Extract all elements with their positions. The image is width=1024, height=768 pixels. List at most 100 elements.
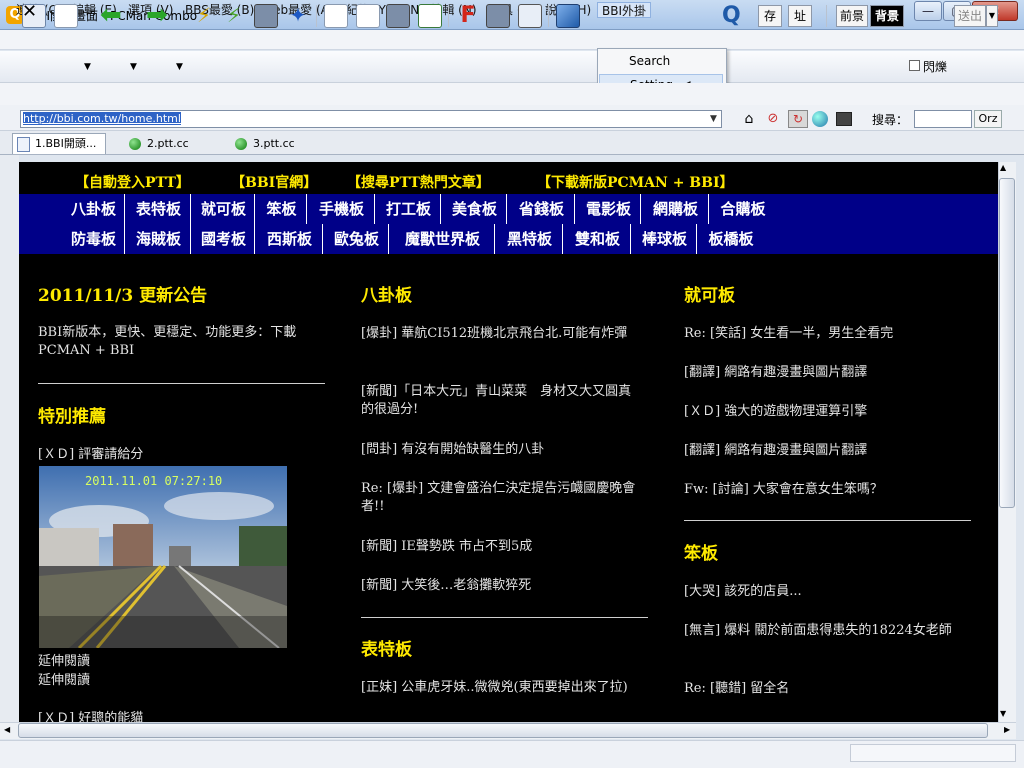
disconnect-icon[interactable]: ⚡ (192, 4, 216, 28)
fullscreen-icon[interactable] (518, 4, 542, 28)
tab-ptt-3[interactable]: 3.ptt.cc (230, 133, 325, 154)
board-link[interactable]: 雙和板 (565, 224, 631, 254)
font-icon[interactable]: F (456, 4, 480, 28)
close-panel-icon[interactable]: ✕ (22, 1, 37, 22)
board-link[interactable]: 海賊板 (127, 224, 191, 254)
post-link[interactable]: [新聞] 大笑後…老翁攤軟猝死 (361, 577, 643, 595)
clear-icon[interactable] (386, 4, 410, 28)
post-link[interactable]: [爆卦] 華航CI512班機北京飛台北.可能有炸彈 (361, 325, 643, 343)
horizontal-scroll-thumb[interactable] (18, 723, 988, 738)
post-link[interactable]: [翻譯] 網路有趣漫畫與圖片翻譯 (684, 364, 966, 382)
board-link[interactable]: 打工板 (377, 194, 441, 224)
board-link[interactable]: 魔獸世界板 (391, 224, 495, 254)
new-connection-icon[interactable] (54, 4, 78, 28)
board-link[interactable]: 表特板 (127, 194, 191, 224)
board-link[interactable]: 歐兔板 (325, 224, 389, 254)
bookmark-pin-icon[interactable]: ✦ (286, 4, 310, 28)
paste-icon[interactable] (356, 4, 380, 28)
post-link[interactable]: [無言] 爆料 關於前面患得患失的18224女老師 (684, 622, 966, 640)
board-link[interactable]: 防毒板 (63, 224, 125, 254)
search-engine-select[interactable]: Orz (974, 110, 1002, 128)
joke-board-title[interactable]: 就可板 (684, 281, 735, 306)
blink-checkbox[interactable] (909, 60, 920, 71)
scroll-up-icon[interactable]: ▲ (1000, 163, 1006, 172)
select-all-icon[interactable] (418, 4, 442, 28)
board-link[interactable]: 板橋板 (699, 224, 763, 254)
post-link[interactable]: [新聞]「日本大元」青山菜菜 身材又大又圓真的很過分! (361, 383, 643, 419)
scroll-left-icon[interactable]: ◀ (4, 725, 10, 734)
refresh-icon[interactable]: ↻ (788, 110, 808, 128)
read-more-link[interactable]: 延伸閱讀 (38, 653, 320, 671)
post-link[interactable]: [ＸＤ] 強大的遊戲物理運算引擎 (684, 403, 966, 421)
post-link[interactable]: [問卦] 有沒有開始缺醫生的八卦 (361, 441, 643, 459)
menu-item-search[interactable]: Search (599, 51, 723, 71)
link-download[interactable]: 【下載新版PCMAN + BBI】 (537, 172, 734, 192)
send-button[interactable]: 送出 (954, 5, 986, 27)
address-dropdown-icon[interactable]: ▼ (706, 111, 721, 127)
address-input[interactable]: http://bbi.com.tw/home.html (20, 110, 722, 128)
board-link[interactable]: 國考板 (193, 224, 255, 254)
silly-board-title[interactable]: 笨板 (684, 539, 718, 564)
dropdown-arrow-icon[interactable]: ▼ (176, 62, 183, 72)
link-auto-login[interactable]: 【自動登入PTT】 (75, 172, 190, 192)
dropdown-arrow-icon[interactable]: ▼ (84, 62, 91, 72)
post-link[interactable]: [翻譯] 網路有趣漫畫與圖片翻譯 (684, 442, 966, 460)
gossip-board-title[interactable]: 八卦板 (361, 281, 412, 306)
forward-arrow-icon[interactable]: ➡ (146, 2, 170, 28)
copy-icon[interactable] (324, 4, 348, 28)
board-link[interactable]: 省錢板 (509, 194, 575, 224)
dropdown-arrow-icon[interactable]: ▼ (130, 62, 137, 72)
send-dropdown-icon[interactable]: ▼ (986, 5, 998, 27)
featured-post[interactable]: [ＸＤ] 好聰的能貓 (38, 710, 320, 722)
search-input[interactable] (914, 110, 972, 128)
board-link[interactable]: 網購板 (643, 194, 709, 224)
post-link[interactable]: Re: [爆卦] 文建會盛治仁決定提告污衊國慶晚會者!! (361, 480, 643, 516)
link-bbi-site[interactable]: 【BBI官網】 (231, 172, 317, 192)
read-more-link[interactable]: 延伸閱讀 (38, 672, 320, 690)
board-link[interactable]: 西斯板 (257, 224, 323, 254)
reconnect-icon[interactable]: ⚡ (222, 4, 246, 28)
foreground-color-button[interactable]: 前景 (836, 5, 868, 27)
board-link[interactable]: 笨板 (257, 194, 307, 224)
close-tab-icon[interactable] (254, 4, 278, 28)
board-link[interactable]: 棒球板 (633, 224, 697, 254)
featured-post[interactable]: [ＸＤ] 評審請給分 (38, 446, 320, 464)
menu-bbi-plugin[interactable]: BBI外掛 (597, 2, 652, 18)
board-link[interactable]: 就可板 (193, 194, 255, 224)
post-link[interactable]: Re: [聽錯] 留全名 (684, 680, 966, 698)
terminal-icon[interactable] (836, 112, 852, 126)
post-link[interactable]: [正妹] 公車虎牙妹..微微兇(東西要掉出來了拉) (361, 679, 643, 697)
beauty-board-title[interactable]: 表特板 (361, 635, 412, 660)
stop-icon[interactable]: ⊘ (764, 111, 782, 127)
featured-photo[interactable]: 2011.11.01 07:27:10 (39, 466, 287, 648)
board-link[interactable]: 黑特板 (497, 224, 563, 254)
home-icon[interactable]: ⌂ (740, 111, 758, 127)
announcement-text[interactable]: BBI新版本，更快、更穩定、功能更多：下載PCMAN + BBI (38, 324, 320, 360)
tab-ptt-2[interactable]: 2.ptt.cc (124, 133, 219, 154)
post-link[interactable]: [大哭] 該死的店員... (684, 583, 966, 601)
tab-bbi-home[interactable]: 1.BBI開頭... (12, 133, 106, 154)
post-link[interactable]: Fw: [討論] 大家會在意女生笨嗎？ (684, 481, 966, 499)
tab-label: 3.ptt.cc (253, 137, 295, 150)
ansi-clear-icon[interactable] (486, 4, 510, 28)
board-link[interactable]: 美食板 (443, 194, 507, 224)
back-arrow-icon[interactable]: ⬅ (100, 2, 124, 28)
board-link[interactable]: 八卦板 (63, 194, 125, 224)
save-button[interactable]: 存 (758, 5, 782, 27)
address-book-button[interactable]: 址 (788, 5, 812, 27)
post-link[interactable]: Re: [笑話] 女生看一半，男生全看完 (684, 325, 966, 343)
globe-icon[interactable] (812, 111, 828, 127)
scroll-down-icon[interactable]: ▼ (1000, 709, 1006, 718)
search-label: 搜尋： (872, 113, 909, 127)
plugin-icon[interactable]: Q (722, 4, 746, 28)
board-link[interactable]: 電影板 (577, 194, 641, 224)
email-icon[interactable] (556, 4, 580, 28)
vertical-scroll-thumb[interactable] (999, 178, 1015, 508)
post-link[interactable]: [新聞] IE聲勢跌 市占不到5成 (361, 538, 643, 556)
link-search-ptt[interactable]: 【搜尋PTT熱門文章】 (347, 172, 490, 192)
board-link[interactable]: 手機板 (309, 194, 375, 224)
background-color-button[interactable]: 背景 (870, 5, 904, 27)
scroll-right-icon[interactable]: ▶ (1004, 725, 1010, 734)
minimize-button[interactable]: — (914, 1, 942, 21)
board-link[interactable]: 合購板 (711, 194, 775, 224)
